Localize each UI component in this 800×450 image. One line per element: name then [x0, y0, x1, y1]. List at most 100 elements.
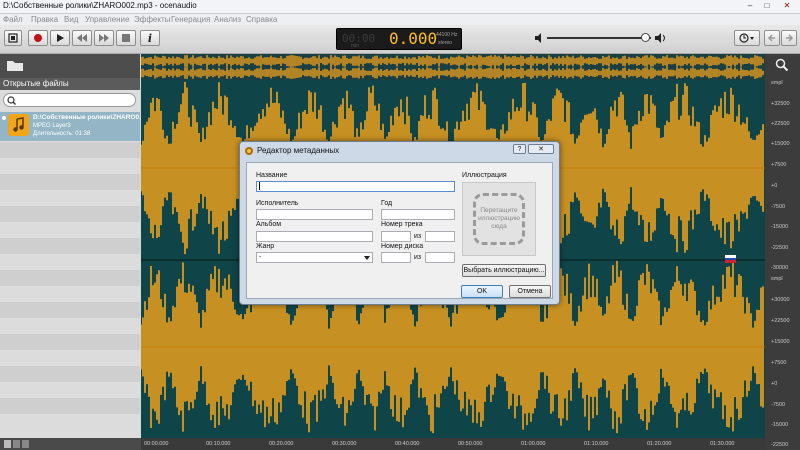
amplitude-scale: smpl +32500 +22500 +15000 +7500 +0 -7500… [765, 54, 800, 450]
timeline-label: 00:00.000 [144, 441, 169, 447]
album-field[interactable] [256, 231, 373, 242]
forward-icon [99, 34, 109, 42]
rewind-icon [77, 34, 87, 42]
menu-help[interactable]: Справка [246, 15, 277, 24]
timeline[interactable]: 00:00.000 00:10.000 00:20.000 00:30.000 … [141, 438, 765, 450]
time-value: 0.000 [389, 29, 438, 48]
panel-icon [8, 33, 18, 43]
record-icon [34, 34, 42, 42]
close-button[interactable]: ✕ [780, 1, 794, 11]
dialog-close-button[interactable]: ✕ [528, 144, 554, 154]
disc-of-label: из [414, 254, 422, 261]
back-button[interactable] [764, 30, 780, 46]
disc-total-field[interactable] [425, 252, 455, 263]
record-button[interactable] [28, 30, 48, 46]
stop-icon [122, 34, 130, 42]
art-drop-text: Перетащите иллюстрацию сюда [478, 207, 520, 230]
search-icon [7, 96, 16, 105]
artist-field[interactable] [256, 209, 373, 220]
track-total-field[interactable] [425, 231, 455, 242]
search-input[interactable] [3, 93, 136, 107]
artist-label: Исполнитель [256, 200, 299, 207]
scale-label: +0 [771, 381, 778, 387]
sidebar-footer [0, 438, 141, 450]
name-label: Название [256, 172, 288, 179]
disc-number-field[interactable] [381, 252, 411, 263]
time-display: 00:00 min 0.000 44100 Hz stereo [336, 28, 462, 50]
name-field[interactable] [256, 181, 455, 192]
scale-label: +22500 [771, 318, 790, 324]
info-button[interactable]: i [140, 30, 160, 46]
volume-slider[interactable] [547, 37, 651, 39]
arrow-left-icon [767, 34, 775, 42]
open-files-title: Открытые файлы [3, 79, 69, 88]
show-panel-button[interactable] [4, 30, 22, 46]
scale-label: -15000 [771, 224, 789, 230]
forward-button[interactable] [94, 30, 114, 46]
scale-label: +7500 [771, 360, 787, 366]
chevron-down-icon [364, 256, 370, 260]
ok-button[interactable]: OK [461, 285, 503, 298]
file-duration: Длительность: 01:38 [33, 131, 91, 137]
scale-label: -30000 [771, 265, 789, 271]
volume-knob[interactable] [641, 33, 650, 42]
open-files-header: Открытые файлы [0, 78, 140, 90]
scale-label: +30000 [771, 297, 790, 303]
play-icon [57, 34, 64, 42]
menu-effects[interactable]: Эффекты [134, 15, 170, 24]
maximize-button[interactable]: □ [760, 1, 774, 11]
scale-label: -7500 [771, 402, 786, 408]
help-button[interactable]: ? [513, 144, 526, 154]
scale-label: smpl [771, 80, 783, 86]
arrow-right-icon [786, 34, 794, 42]
genre-value: - [259, 254, 262, 261]
zoom-icon[interactable] [775, 58, 789, 72]
scale-label: -7500 [771, 204, 786, 210]
art-drop-target: Перетащите иллюстрацию сюда [473, 193, 525, 245]
file-list-item[interactable]: D:\Собственные ролики\ZHARO0... MPEG Lay… [0, 112, 145, 141]
art-drop-zone[interactable]: Перетащите иллюстрацию сюда [462, 182, 536, 256]
timeline-label: 01:10.000 [584, 441, 609, 447]
year-field[interactable] [381, 209, 455, 220]
file-path: D:\Собственные ролики\ZHARO0... [33, 114, 145, 121]
scale-label: -22500 [771, 245, 789, 251]
scale-label: +15000 [771, 339, 790, 345]
genre-select[interactable]: - [256, 252, 373, 263]
art-label: Иллюстрация [462, 172, 507, 179]
play-button[interactable] [50, 30, 70, 46]
track-label: Номер трека [381, 221, 423, 228]
scale-label: +22500 [771, 121, 790, 127]
scale-label: -22500 [771, 442, 789, 448]
menu-analysis[interactable]: Анализ [214, 15, 241, 24]
track-of-label: из [414, 233, 422, 240]
window-title: D:\Собственные ролики\ZHARO002.mp3 - oce… [3, 1, 197, 10]
toolbar: i 00:00 min 0.000 44100 Hz stereo [0, 25, 800, 54]
forward-nav-button[interactable] [781, 30, 797, 46]
title-bar: D:\Собственные ролики\ZHARO002.mp3 - oce… [0, 0, 800, 14]
timeline-label: 00:30.000 [332, 441, 357, 447]
scale-label: +0 [771, 183, 778, 189]
menu-generate[interactable]: Генерация [171, 15, 210, 24]
cancel-button[interactable]: Отмена [509, 285, 551, 298]
minimize-button[interactable]: – [743, 1, 757, 11]
menu-edit[interactable]: Правка [31, 15, 58, 24]
clock-menu-button[interactable] [734, 30, 760, 46]
folder-icon[interactable] [6, 58, 24, 72]
scale-label: smpl [771, 276, 783, 282]
menu-control[interactable]: Управление [85, 15, 129, 24]
menu-bar: Файл Правка Вид Управление Эффекты Генер… [0, 14, 800, 25]
scale-label: +32500 [771, 101, 790, 107]
timeline-label: 00:10.000 [206, 441, 231, 447]
menu-view[interactable]: Вид [64, 15, 78, 24]
min-label: min [351, 43, 360, 49]
metadata-editor-dialog: Редактор метаданных ? ✕ Название Исполни… [239, 141, 560, 305]
rewind-button[interactable] [72, 30, 92, 46]
track-number-field[interactable] [381, 231, 411, 242]
selected-dot [2, 116, 6, 120]
choose-art-button[interactable]: Выбрать иллюстрацию... [462, 264, 546, 277]
stop-button[interactable] [116, 30, 136, 46]
scale-label: -15000 [771, 422, 789, 428]
dialog-title: Редактор метаданных [257, 146, 340, 155]
view-mode-icons[interactable] [4, 440, 30, 448]
menu-file[interactable]: Файл [3, 15, 23, 24]
